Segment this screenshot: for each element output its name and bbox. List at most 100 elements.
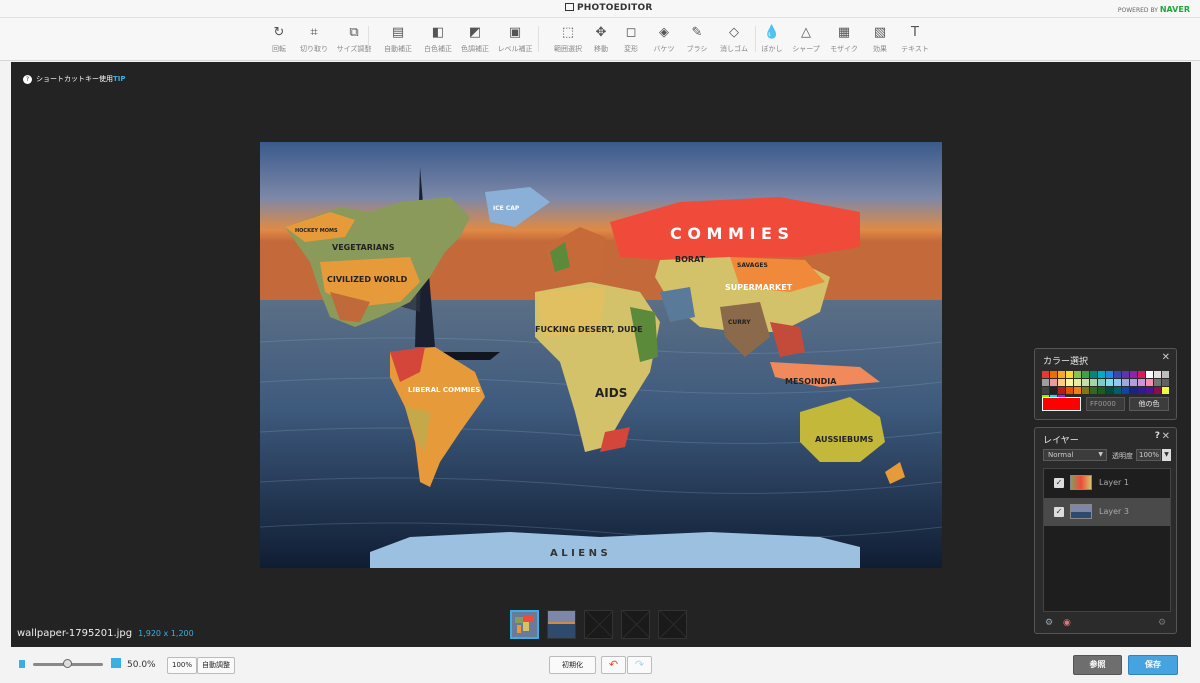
color-swatch[interactable]	[1130, 371, 1137, 378]
blend-mode-select[interactable]: Normal ▼	[1043, 449, 1107, 461]
label-desert: FUCKING DESERT, DUDE	[535, 325, 643, 334]
color-swatch[interactable]	[1130, 387, 1137, 394]
color-swatch[interactable]	[1106, 387, 1113, 394]
color-swatch[interactable]	[1058, 371, 1065, 378]
color-swatch[interactable]	[1082, 379, 1089, 386]
color-swatch[interactable]	[1090, 371, 1097, 378]
tool-auto-correct[interactable]: ▤ 自動補正	[376, 24, 420, 58]
zoom-in-icon[interactable]	[111, 658, 121, 668]
color-swatch[interactable]	[1122, 371, 1129, 378]
color-swatch[interactable]	[1122, 387, 1129, 394]
color-swatch[interactable]	[1130, 379, 1137, 386]
tool-color-correct[interactable]: ◩ 色調補正	[453, 24, 497, 58]
color-swatch[interactable]	[1114, 387, 1121, 394]
layer-panel: レイヤー ? ✕ Normal ▼ 透明度 100% ▼ ✓ Layer 1 ✓ Lay…	[1034, 427, 1177, 634]
thumbnail-layer-3[interactable]	[547, 610, 576, 639]
color-swatch[interactable]	[1138, 387, 1145, 394]
tool-resize[interactable]: ⧉ サイズ調整	[332, 24, 376, 58]
color-swatch[interactable]	[1090, 387, 1097, 394]
label-supermarket: SUPERMARKET	[725, 283, 793, 292]
layer-style-icon[interactable]: ◉	[1063, 618, 1071, 628]
layer-add-icon[interactable]: ⚙	[1045, 618, 1053, 628]
color-swatch[interactable]	[1074, 371, 1081, 378]
other-color-button[interactable]: 他の色	[1129, 397, 1169, 411]
color-swatch[interactable]	[1146, 379, 1153, 386]
label-hockey-moms: HOCKEY MOMS	[295, 228, 338, 234]
help-icon[interactable]: ?	[1155, 431, 1160, 441]
current-color-swatch[interactable]	[1042, 397, 1081, 411]
color-swatch[interactable]	[1066, 379, 1073, 386]
color-swatch[interactable]	[1066, 387, 1073, 394]
color-swatch[interactable]	[1146, 371, 1153, 378]
color-swatch[interactable]	[1050, 379, 1057, 386]
hex-color-input[interactable]	[1086, 397, 1125, 411]
layer-row[interactable]: ✓ Layer 1	[1044, 469, 1170, 497]
thumbnail-layer-1[interactable]	[510, 610, 539, 639]
layer-row[interactable]: ✓ Layer 3	[1044, 498, 1170, 526]
color-swatch[interactable]	[1138, 379, 1145, 386]
close-icon[interactable]: ✕	[1162, 431, 1170, 442]
image-canvas[interactable]: VEGETARIANS HOCKEY MOMS ICE CAP CIVILIZE…	[260, 142, 942, 568]
color-swatch[interactable]	[1154, 387, 1161, 394]
color-swatch[interactable]	[1122, 379, 1129, 386]
chevron-down-icon[interactable]: ▼	[1162, 449, 1171, 461]
redo-icon[interactable]: ↷	[627, 656, 652, 674]
color-swatch[interactable]	[1154, 379, 1161, 386]
color-swatch[interactable]	[1114, 379, 1121, 386]
shortcut-tip[interactable]: ? ショートカットキー使用TIP	[23, 74, 126, 84]
reset-button[interactable]: 初期化	[549, 656, 596, 674]
close-icon[interactable]: ✕	[1162, 352, 1170, 363]
color-swatch[interactable]	[1106, 379, 1113, 386]
color-swatch[interactable]	[1162, 379, 1169, 386]
auto-correct-icon: ▤	[391, 25, 405, 40]
zoom-out-icon[interactable]	[19, 660, 25, 668]
zoom-slider[interactable]	[33, 659, 103, 668]
zoom-100-button[interactable]: 100%	[167, 657, 197, 674]
zoom-slider-knob[interactable]	[63, 659, 72, 668]
layer-delete-icon[interactable]: ⚙	[1158, 618, 1166, 628]
color-swatch[interactable]	[1042, 387, 1049, 394]
color-swatch[interactable]	[1154, 371, 1161, 378]
save-button[interactable]: 保存	[1128, 655, 1178, 675]
color-swatch[interactable]	[1050, 387, 1057, 394]
thumbnail-empty-slot[interactable]	[658, 610, 687, 639]
color-swatch[interactable]	[1058, 387, 1065, 394]
tool-crop[interactable]: ⌗ 切り取り	[292, 24, 336, 58]
world-map-image: VEGETARIANS HOCKEY MOMS ICE CAP CIVILIZE…	[260, 142, 942, 568]
thumbnail-empty-slot[interactable]	[621, 610, 650, 639]
layer-visibility-checkbox[interactable]: ✓	[1054, 507, 1064, 517]
color-swatch[interactable]	[1082, 371, 1089, 378]
opacity-value[interactable]: 100%	[1136, 449, 1161, 461]
color-swatch[interactable]	[1114, 371, 1121, 378]
browse-button[interactable]: 参照	[1073, 655, 1122, 675]
tool-level-correct[interactable]: ▣ レベル補正	[493, 24, 537, 58]
color-swatch[interactable]	[1050, 371, 1057, 378]
color-swatch[interactable]	[1066, 371, 1073, 378]
color-swatch[interactable]	[1138, 371, 1145, 378]
color-swatch[interactable]	[1058, 379, 1065, 386]
color-swatch[interactable]	[1162, 387, 1169, 394]
color-swatch[interactable]	[1042, 379, 1049, 386]
color-swatch[interactable]	[1098, 387, 1105, 394]
file-info: wallpaper-1795201.jpg 1,920 x 1,200	[17, 628, 194, 639]
color-swatch[interactable]	[1098, 371, 1105, 378]
color-swatch[interactable]	[1106, 371, 1113, 378]
color-swatch[interactable]	[1082, 387, 1089, 394]
layer-panel-title: レイヤー	[1043, 436, 1079, 446]
color-swatch[interactable]	[1162, 371, 1169, 378]
resize-icon: ⧉	[349, 25, 359, 40]
crop-icon: ⌗	[310, 25, 318, 40]
color-swatch[interactable]	[1074, 387, 1081, 394]
color-swatch[interactable]	[1146, 387, 1153, 394]
color-swatch[interactable]	[1042, 371, 1049, 378]
color-swatch[interactable]	[1090, 379, 1097, 386]
color-swatch[interactable]	[1074, 379, 1081, 386]
layer-visibility-checkbox[interactable]: ✓	[1054, 478, 1064, 488]
label-aussiebums: AUSSIEBUMS	[815, 435, 874, 444]
tool-text[interactable]: T テキスト	[893, 24, 937, 58]
auto-fit-button[interactable]: 自動調整	[197, 657, 235, 674]
thumbnail-empty-slot[interactable]	[584, 610, 613, 639]
toolbar-divider	[538, 26, 539, 52]
undo-icon[interactable]: ↶	[601, 656, 626, 674]
color-swatch[interactable]	[1098, 379, 1105, 386]
